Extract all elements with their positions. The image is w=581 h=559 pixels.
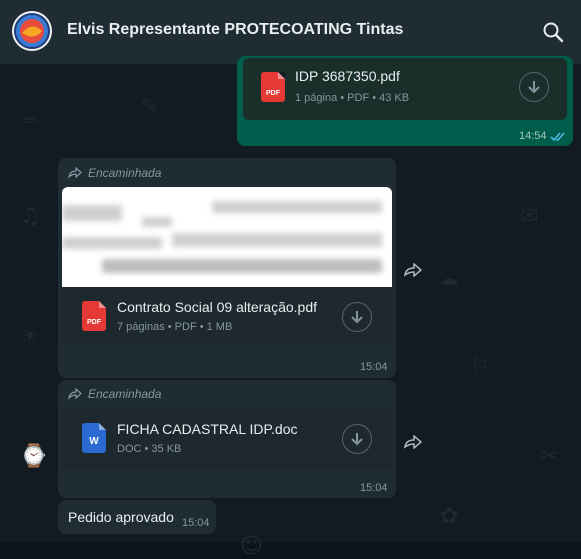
file-name: Contrato Social 09 alteração.pdf [117, 299, 318, 315]
document-attachment[interactable]: PDF IDP 3687350.pdf 1 página • PDF • 43 … [243, 58, 567, 120]
doodle-icon: ☕ [20, 104, 40, 129]
word-file-icon: W [82, 423, 106, 453]
doodle-icon: ✂ [540, 444, 559, 469]
pdf-file-icon: PDF [261, 72, 285, 102]
file-name: FICHA CADASTRAL IDP.doc [117, 421, 298, 437]
search-icon[interactable] [541, 20, 565, 44]
incoming-message[interactable]: Encaminhada W FICHA CADASTRAL IDP.doc DO… [58, 380, 396, 498]
doodle-icon: ⌚ [20, 444, 48, 469]
forward-share-icon[interactable] [404, 263, 422, 277]
doodle-icon: ⚐ [470, 354, 490, 379]
download-button[interactable] [342, 424, 372, 454]
forwarded-label: Encaminhada [68, 166, 161, 180]
incoming-message[interactable]: Pedido aprovado 15:04 [58, 500, 216, 534]
download-button[interactable] [519, 72, 549, 102]
avatar-logo-icon [14, 13, 50, 49]
avatar[interactable] [12, 11, 52, 51]
message-text: Pedido aprovado [68, 509, 174, 525]
file-name: IDP 3687350.pdf [295, 68, 400, 84]
document-attachment[interactable]: PDF Contrato Social 09 alteração.pdf 7 p… [62, 287, 392, 345]
file-meta: DOC • 35 KB [117, 443, 182, 455]
message-time: 14:54 [519, 130, 547, 142]
document-attachment[interactable]: W FICHA CADASTRAL IDP.doc DOC • 35 KB [62, 408, 392, 470]
doodle-icon: ☺ [240, 534, 263, 559]
forwarded-icon [68, 167, 82, 179]
chat-header: Elvis Representante PROTECOATING Tintas [0, 0, 581, 64]
doodle-icon: ✎ [140, 94, 159, 119]
download-icon [351, 311, 363, 324]
download-icon [351, 433, 363, 446]
message-time: 15:04 [182, 517, 210, 529]
forward-share-icon[interactable] [404, 435, 422, 449]
doodle-icon: ☀ [20, 324, 40, 349]
contact-name[interactable]: Elvis Representante PROTECOATING Tintas [67, 21, 403, 39]
document-preview[interactable] [62, 187, 392, 287]
forwarded-label: Encaminhada [68, 387, 161, 401]
doodle-icon: ✿ [440, 504, 459, 529]
doodle-icon: ✉ [520, 204, 539, 229]
message-time: 15:04 [360, 361, 388, 373]
download-icon [528, 81, 540, 94]
doodle-icon: ♫ [20, 204, 40, 229]
doodle-icon: ☂ [440, 274, 460, 299]
read-ticks-icon [550, 132, 565, 142]
file-meta: 1 página • PDF • 43 KB [295, 92, 410, 104]
pdf-file-icon: PDF [82, 301, 106, 331]
message-time: 15:04 [360, 482, 388, 494]
file-meta: 7 páginas • PDF • 1 MB [117, 321, 233, 333]
outgoing-message[interactable]: PDF IDP 3687350.pdf 1 página • PDF • 43 … [237, 56, 573, 146]
download-button[interactable] [342, 302, 372, 332]
forwarded-icon [68, 388, 82, 400]
